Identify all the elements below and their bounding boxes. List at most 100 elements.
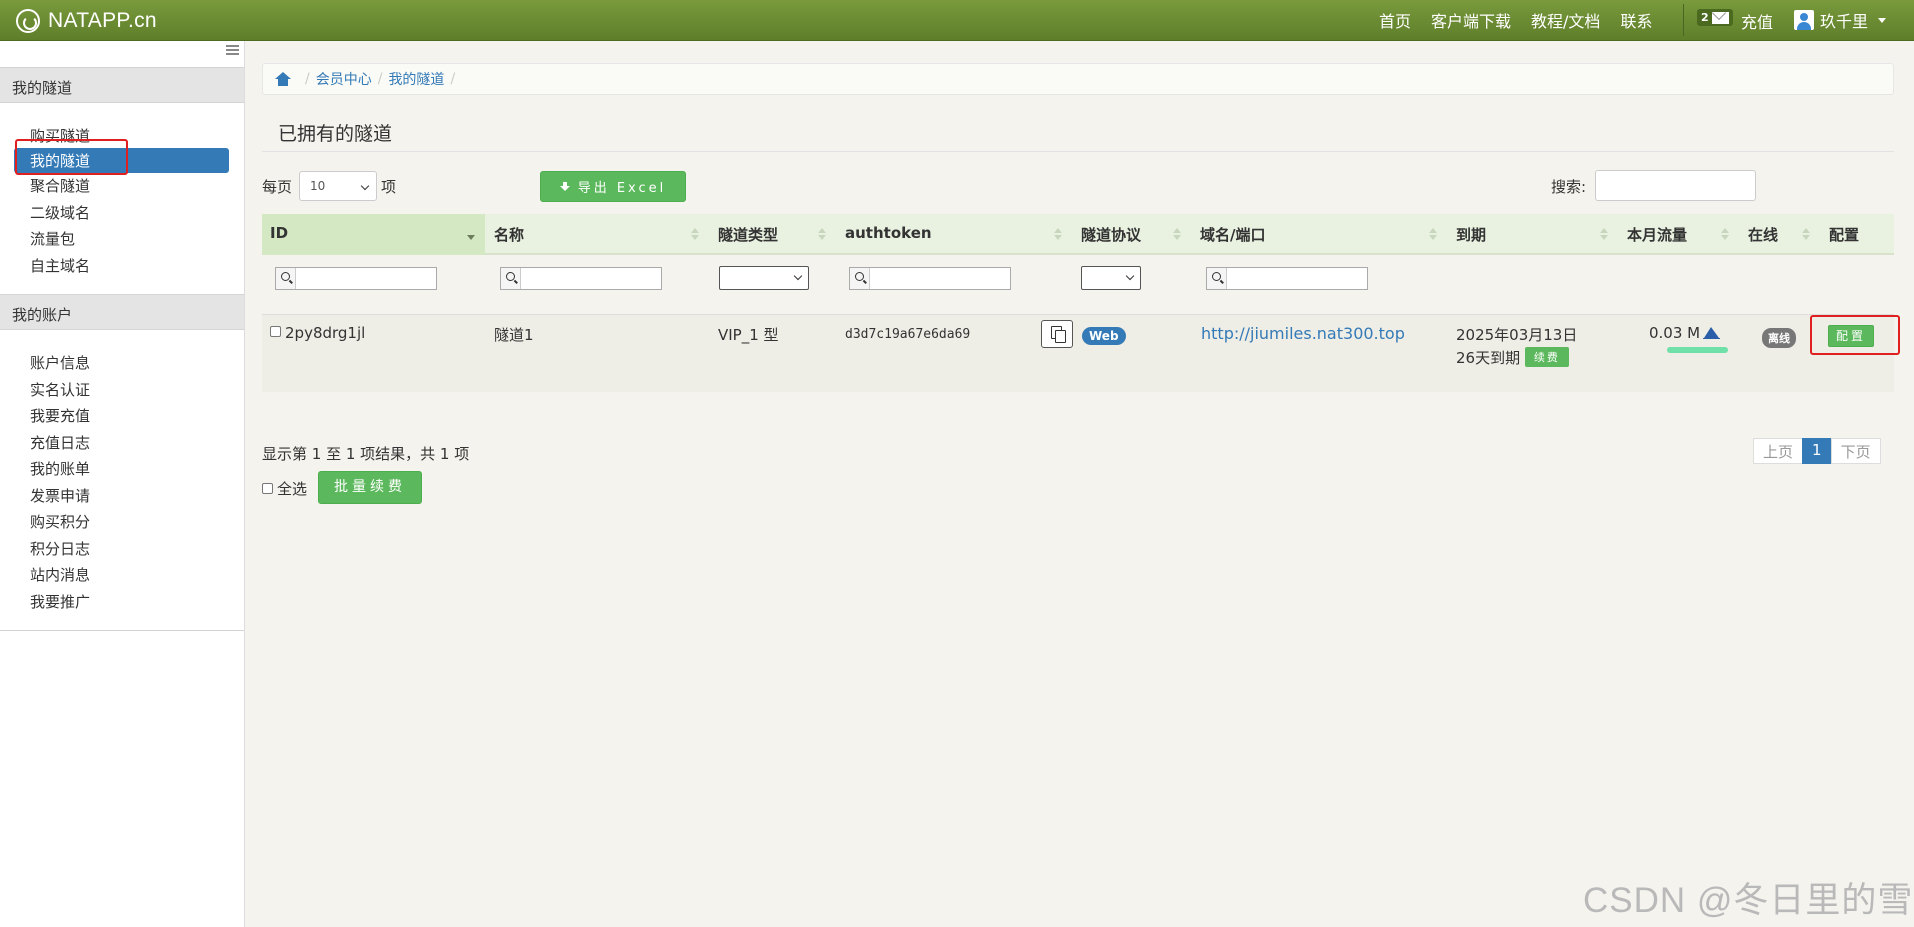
column-header-config: 配置	[1829, 226, 1860, 244]
top-navbar: NATAPP.cn 首页 客户端下载 教程/文档 联系 2 充值 玖千里	[0, 0, 1914, 41]
filter-type-select[interactable]	[719, 266, 809, 290]
select-all[interactable]: 全选	[262, 478, 307, 499]
sort-icon	[1721, 228, 1729, 242]
nav-client-download[interactable]: 客户端下载	[1431, 8, 1511, 32]
recharge-link[interactable]: 充值	[1741, 9, 1773, 33]
sidebar-collapse-icon[interactable]	[226, 45, 239, 56]
user-name: 玖千里	[1820, 12, 1869, 31]
per-page-suffix: 项	[381, 178, 397, 196]
messages-button[interactable]: 2	[1697, 9, 1733, 26]
user-menu[interactable]: 玖千里	[1794, 8, 1887, 32]
search-icon	[1207, 268, 1227, 289]
per-page-value: 10	[310, 179, 326, 193]
sidebar-item-account-info[interactable]: 账户信息	[14, 350, 229, 375]
brand[interactable]: NATAPP.cn	[16, 6, 157, 36]
filter-domain-input[interactable]	[1206, 267, 1368, 290]
breadcrumb: / 会员中心 / 我的隧道 /	[262, 63, 1894, 95]
column-header-name[interactable]: 名称	[486, 214, 709, 255]
sidebar-item-invoice[interactable]: 发票申请	[14, 483, 229, 508]
export-excel-button[interactable]: 导出 Excel	[540, 171, 686, 202]
online-status-badge: 离线	[1762, 328, 1796, 348]
filter-name-input[interactable]	[500, 267, 662, 290]
sidebar-item-traffic-pack[interactable]: 流量包	[14, 226, 229, 251]
sidebar-section-account[interactable]: 我的账户	[0, 294, 244, 330]
sidebar-item-custom-domain[interactable]: 自主域名	[14, 253, 229, 278]
renew-button[interactable]: 续费	[1524, 347, 1569, 367]
sort-icon	[1173, 228, 1181, 242]
top-nav-links: 首页 客户端下载 教程/文档 联系	[1379, 0, 1672, 40]
result-info: 显示第 1 至 1 项结果，共 1 项	[262, 445, 470, 463]
breadcrumb-my-tunnels[interactable]: 我的隧道	[388, 69, 444, 89]
sort-icon	[1600, 228, 1608, 242]
download-icon	[559, 181, 570, 192]
nav-home[interactable]: 首页	[1379, 8, 1411, 32]
page-1-button[interactable]: 1	[1802, 438, 1832, 464]
row-checkbox[interactable]	[270, 326, 281, 337]
sort-icon	[818, 228, 826, 242]
search-input[interactable]	[1595, 170, 1756, 201]
filter-protocol-select[interactable]	[1081, 266, 1141, 290]
nav-docs[interactable]: 教程/文档	[1531, 8, 1600, 32]
breadcrumb-member-center[interactable]: 会员中心	[316, 69, 372, 89]
filter-id-input[interactable]	[275, 267, 437, 290]
table-header: ID 名称 隧道类型 authtoken 隧道协议 域名/端口 到期 本月流量	[262, 214, 1894, 255]
sidebar-item-recharge[interactable]: 我要充值	[14, 403, 229, 428]
area-chart-icon[interactable]	[1703, 326, 1721, 339]
breadcrumb-separator: /	[305, 71, 310, 87]
row-type-cell: VIP_1 型	[718, 326, 779, 344]
per-page-select[interactable]: 10	[299, 171, 377, 201]
sidebar-item-bills[interactable]: 我的账单	[14, 456, 229, 481]
protocol-badge: Web	[1082, 327, 1126, 345]
row-name-cell: 隧道1	[494, 326, 534, 344]
prev-page-button[interactable]: 上页	[1753, 438, 1804, 464]
column-header-id[interactable]: ID	[262, 214, 485, 255]
column-header-domain[interactable]: 域名/端口	[1192, 214, 1447, 255]
chevron-down-icon	[793, 271, 803, 281]
home-icon[interactable]	[275, 72, 291, 86]
mail-icon	[1711, 11, 1729, 24]
nav-contact[interactable]: 联系	[1620, 8, 1652, 32]
sidebar-item-recharge-log[interactable]: 充值日志	[14, 430, 229, 455]
row-traffic-cell: 0.03 M	[1649, 324, 1721, 342]
sidebar-section-tunnels[interactable]: 我的隧道	[0, 67, 244, 103]
sidebar-item-promote[interactable]: 我要推广	[14, 589, 229, 614]
batch-renew-button[interactable]: 批量续费	[318, 471, 422, 504]
export-label: 导出 Excel	[577, 181, 667, 196]
select-all-label: 全选	[277, 480, 308, 498]
select-all-checkbox[interactable]	[262, 483, 273, 494]
column-header-expire[interactable]: 到期	[1448, 214, 1618, 255]
traffic-progress-bar	[1667, 347, 1728, 353]
sidebar-item-messages[interactable]: 站内消息	[14, 562, 229, 587]
traffic-value: 0.03 M	[1649, 324, 1701, 342]
domain-link[interactable]: http://jiumiles.nat300.top	[1201, 324, 1405, 343]
filter-authtoken-input[interactable]	[849, 267, 1011, 290]
column-header-protocol[interactable]: 隧道协议	[1073, 214, 1191, 255]
main-content: / 会员中心 / 我的隧道 / 已拥有的隧道 每页 10 项 导出 Excel …	[246, 41, 1914, 927]
expire-date: 2025年03月13日	[1456, 326, 1578, 344]
copy-authtoken-button[interactable]	[1041, 320, 1073, 348]
natapp-logo-icon	[16, 9, 40, 33]
sort-icon	[1054, 228, 1062, 242]
nav-divider	[1683, 4, 1684, 36]
row-domain-cell: http://jiumiles.nat300.top	[1201, 324, 1405, 343]
sidebar-item-points-log[interactable]: 积分日志	[14, 536, 229, 561]
watermark: CSDN @冬日里的雪	[1583, 881, 1914, 920]
breadcrumb-separator: /	[377, 71, 383, 87]
search-icon	[276, 268, 296, 289]
sidebar-item-real-name[interactable]: 实名认证	[14, 377, 229, 402]
table-row: 2py8drg1jl 隧道1 VIP_1 型 d3d7c19a67e6da69 …	[262, 314, 1894, 392]
sidebar-item-aggregate-tunnel[interactable]: 聚合隧道	[14, 173, 229, 198]
search-label: 搜索:	[1551, 178, 1587, 196]
next-page-button[interactable]: 下页	[1830, 438, 1881, 464]
expire-days: 26天到期	[1456, 349, 1521, 367]
title-divider	[262, 151, 1894, 152]
column-header-traffic[interactable]: 本月流量	[1619, 214, 1739, 255]
sort-icon	[1429, 228, 1437, 242]
column-header-online[interactable]: 在线	[1740, 214, 1820, 255]
column-header-authtoken[interactable]: authtoken	[837, 214, 1072, 255]
chevron-down-icon	[1878, 17, 1887, 23]
sidebar-item-buy-points[interactable]: 购买积分	[14, 509, 229, 534]
row-id-cell: 2py8drg1jl	[270, 324, 365, 342]
sidebar-item-subdomain[interactable]: 二级域名	[14, 200, 229, 225]
column-header-type[interactable]: 隧道类型	[710, 214, 836, 255]
